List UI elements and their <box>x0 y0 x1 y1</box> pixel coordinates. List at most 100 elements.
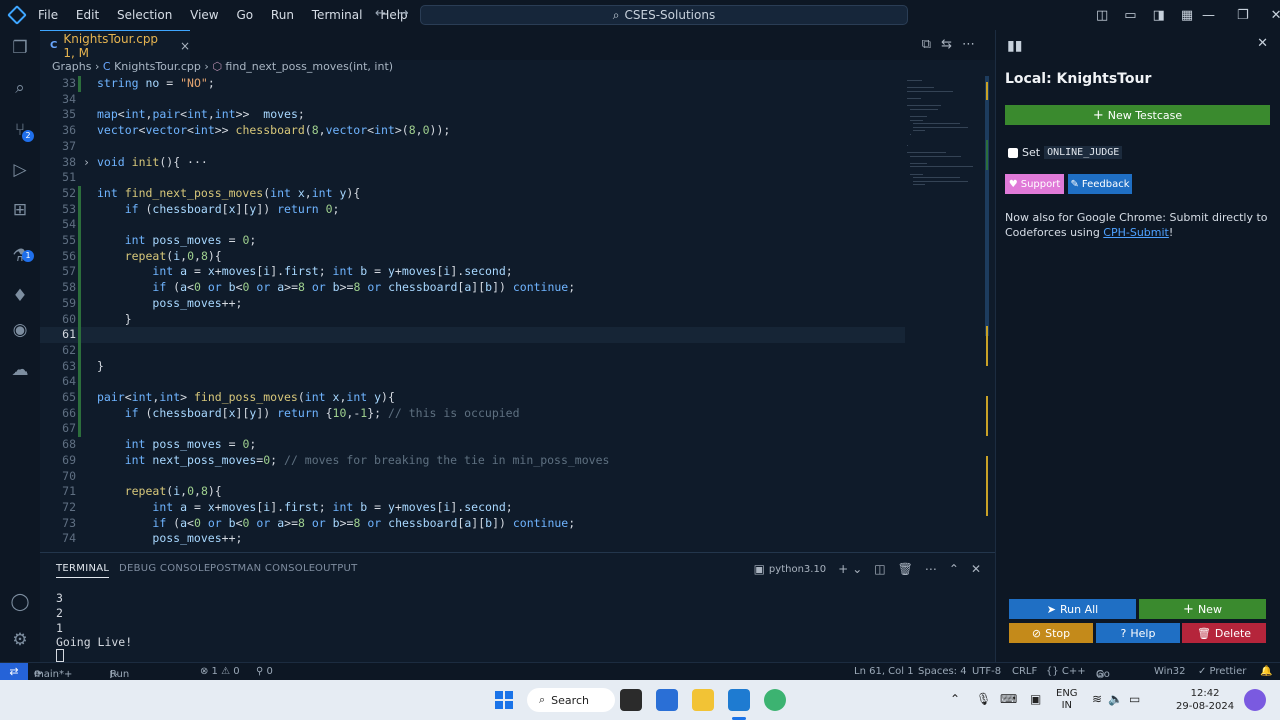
code-line[interactable]: 35 map<int,pair<int,int>> moves; <box>40 107 905 123</box>
minimap[interactable] <box>905 76 985 552</box>
panel-tab-debug-console[interactable]: DEBUG CONSOLE <box>119 563 210 574</box>
ports-status[interactable]: ⚲ 0 <box>256 666 273 677</box>
code-line[interactable]: 63} <box>40 359 905 375</box>
code-line[interactable]: 69 int next_poss_moves=0; // moves for b… <box>40 453 905 469</box>
back-arrow-icon[interactable]: ← <box>375 6 398 21</box>
code-line[interactable]: 66 if (chessboard[x][y]) return {10,-1};… <box>40 406 905 422</box>
code-line[interactable]: 65 pair<int,int> find_poss_moves(int x,in… <box>40 390 905 406</box>
prettier-status[interactable]: ✓ Prettier <box>1198 666 1246 677</box>
platform-status[interactable]: Win32 <box>1154 666 1186 677</box>
panel-tab-output[interactable]: OUTPUT <box>315 563 358 574</box>
terminal-cursor[interactable] <box>56 649 64 662</box>
code-line[interactable]: 70 <box>40 469 905 485</box>
support-button[interactable]: ♥ Support <box>1005 174 1064 194</box>
remote-indicator-icon[interactable]: ⇄ <box>0 663 28 681</box>
menu-edit[interactable]: Edit <box>76 8 99 22</box>
microphone-icon[interactable]: 🎙 <box>976 692 991 706</box>
search-view-icon[interactable]: ⌕ <box>10 78 30 98</box>
code-line[interactable]: 62 <box>40 343 905 359</box>
restore-icon[interactable]: ❐ <box>1237 8 1249 23</box>
run-code-icon[interactable]: ⧉ <box>922 37 941 52</box>
fold-chevron-icon[interactable]: › <box>83 155 90 171</box>
forward-arrow-icon[interactable]: → <box>398 6 421 21</box>
toggle-secondary-sidebar-icon[interactable]: ◨ <box>1153 8 1165 23</box>
network-volume-battery[interactable]: ≋🔈▭ <box>1092 692 1146 706</box>
breadcrumb-file[interactable]: KnightsTour.cpp <box>114 60 201 73</box>
trash-icon[interactable]: 🗑 <box>898 562 913 576</box>
stop-button[interactable]: ⊘ Stop <box>1009 623 1093 643</box>
copilot-icon[interactable] <box>1244 689 1266 711</box>
toggle-primary-sidebar-icon[interactable]: ◫ <box>1096 8 1108 23</box>
encoding-status[interactable]: UTF-8 <box>972 666 1001 677</box>
code-line[interactable]: 59 poss_moves++; <box>40 296 905 312</box>
edge-browser-icon[interactable] <box>764 689 786 711</box>
online-judge-checkbox[interactable] <box>1008 147 1018 158</box>
code-line[interactable]: 71 repeat(i,0,8){ <box>40 484 905 500</box>
code-line[interactable]: 55 int poss_moves = 0; <box>40 233 905 249</box>
sync-icon[interactable]: ⟳ <box>34 669 42 680</box>
menu-selection[interactable]: Selection <box>117 8 172 22</box>
code-editor[interactable]: 33 string no = "NO"; 34 35 map<int,pair<int,… <box>40 76 905 552</box>
close-panel-icon[interactable]: ✕ <box>971 562 981 576</box>
split-terminal-icon[interactable]: ◫ <box>874 562 885 576</box>
minimize-icon[interactable]: — <box>1202 8 1215 23</box>
windows-start-icon[interactable] <box>493 689 515 711</box>
manage-gear-icon[interactable]: ⚙ <box>10 630 30 650</box>
new-button[interactable]: + New <box>1139 599 1266 619</box>
input-language[interactable]: ENG IN <box>1056 688 1078 712</box>
task-view-icon[interactable] <box>620 689 642 711</box>
problems-status[interactable]: ⊗ 1 ⚠ 0 <box>200 666 240 677</box>
code-line[interactable]: 67 <box>40 421 905 437</box>
microsoft-store-icon[interactable] <box>656 689 678 711</box>
code-line[interactable]: 37 <box>40 139 905 155</box>
code-line[interactable]: 58 if (a<0 or b<0 or a>=8 or b>=8 or che… <box>40 280 905 296</box>
code-line[interactable]: 74 poss_moves++; <box>40 531 905 547</box>
indentation-status[interactable]: Spaces: 4 <box>918 666 967 677</box>
extensions-icon[interactable]: ⊞ <box>10 200 30 220</box>
code-line[interactable]: 33 string no = "NO"; <box>40 76 905 92</box>
code-line[interactable]: 64 <box>40 374 905 390</box>
code-line[interactable]: 51 <box>40 170 905 186</box>
close-window-icon[interactable]: ✕ <box>1271 8 1280 23</box>
help-button[interactable]: ? Help <box>1096 623 1180 643</box>
run-all-button[interactable]: ➤ Run All <box>1009 599 1136 619</box>
new-terminal-icon[interactable]: + <box>838 562 848 576</box>
file-explorer-icon[interactable] <box>692 689 714 711</box>
notifications-bell-icon[interactable]: 🔔 <box>1260 666 1272 677</box>
panel-tab-postman-console[interactable]: POSTMAN CONSOLE <box>210 563 315 574</box>
chevron-down-icon[interactable]: ⌄ <box>852 562 862 576</box>
code-line[interactable]: 52 int find_next_poss_moves(int x,int y){ <box>40 186 905 202</box>
explorer-icon[interactable]: ❐ <box>10 38 30 58</box>
run-debug-icon[interactable]: ▷ <box>10 160 30 180</box>
menu-go[interactable]: Go <box>236 8 253 22</box>
clock[interactable]: 12:42 29-08-2024 <box>1176 687 1234 713</box>
code-line[interactable]: 53 if (chessboard[x][y]) return 0; <box>40 202 905 218</box>
menu-view[interactable]: View <box>190 8 218 22</box>
keyboard-icon[interactable]: ⌨ <box>1000 692 1017 706</box>
tab-knightstour[interactable]: C KnightsTour.cpp 1, M × <box>40 30 190 60</box>
code-line[interactable]: 57 int a = x+moves[i].first; int b = y+m… <box>40 264 905 280</box>
new-testcase-button[interactable]: + New Testcase <box>1005 105 1270 125</box>
vscode-taskbar-icon[interactable] <box>728 689 750 711</box>
code-line[interactable]: 61 <box>40 327 905 343</box>
terminal-shell-name[interactable]: python3.10 <box>769 564 826 575</box>
eol-status[interactable]: CRLF <box>1012 666 1037 677</box>
close-sidebar-icon[interactable]: ✕ <box>1257 36 1268 51</box>
breadcrumb-folder[interactable]: Graphs <box>52 60 91 73</box>
code-line[interactable]: 56 repeat(i,0,8){ <box>40 249 905 265</box>
code-line[interactable]: 68 int poss_moves = 0; <box>40 437 905 453</box>
docker-icon[interactable]: ☁ <box>10 360 30 380</box>
compare-icon[interactable]: ⇆ <box>941 37 962 52</box>
app-tray-icon[interactable]: ▣ <box>1030 692 1041 706</box>
more-actions-icon[interactable]: ⋯ <box>962 37 985 52</box>
postman-icon[interactable]: ◉ <box>10 320 30 340</box>
menu-run[interactable]: Run <box>271 8 294 22</box>
delete-button[interactable]: 🗑 Delete <box>1182 623 1266 643</box>
tab-close-icon[interactable]: × <box>180 39 190 53</box>
code-line[interactable]: 38 › void init(){ ··· <box>40 155 905 171</box>
menu-terminal[interactable]: Terminal <box>312 8 363 22</box>
breadcrumb-symbol[interactable]: find_next_poss_moves(int, int) <box>225 60 393 73</box>
panel-tab-terminal[interactable]: TERMINAL <box>56 563 110 578</box>
more-icon[interactable]: ⋯ <box>925 562 937 576</box>
feedback-button[interactable]: ✎ Feedback <box>1068 174 1132 194</box>
